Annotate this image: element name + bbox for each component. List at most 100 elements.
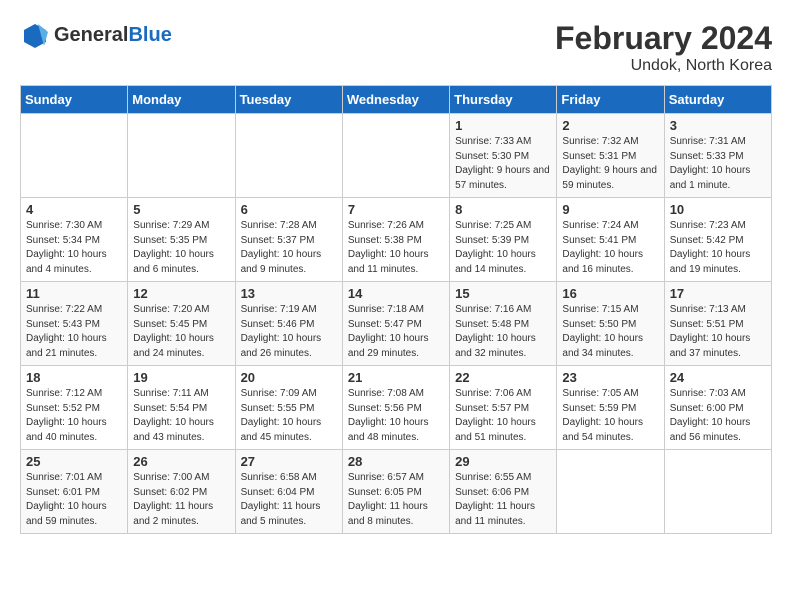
weekday-header: Sunday bbox=[21, 86, 128, 114]
calendar-cell: 1 Sunrise: 7:33 AM Sunset: 5:30 PM Daylig… bbox=[450, 114, 557, 198]
logo-blue: Blue bbox=[128, 24, 171, 46]
calendar-week-row: 11 Sunrise: 7:22 AM Sunset: 5:43 PM Dayli… bbox=[21, 282, 772, 366]
cell-content: Sunrise: 7:05 AM Sunset: 5:59 PM Dayligh… bbox=[562, 387, 658, 445]
cell-content: Sunrise: 7:28 AM Sunset: 5:37 PM Dayligh… bbox=[241, 219, 337, 277]
calendar-cell: 21 Sunrise: 7:08 AM Sunset: 5:56 PM Dayli… bbox=[342, 366, 449, 450]
cell-content: Sunrise: 7:11 AM Sunset: 5:54 PM Dayligh… bbox=[133, 387, 229, 445]
calendar-cell: 15Sunrise: 7:16 AM Sunset: 5:48 PM Dayli… bbox=[450, 282, 557, 366]
calendar-cell: 7 Sunrise: 7:26 AM Sunset: 5:38 PM Daylig… bbox=[342, 198, 449, 282]
calendar-cell: 13 Sunrise: 7:19 AM Sunset: 5:46 PM Dayli… bbox=[235, 282, 342, 366]
cell-content: Sunrise: 6:55 AM Sunset: 6:06 PM Dayligh… bbox=[455, 471, 551, 529]
cell-content: Sunrise: 7:31 AM Sunset: 5:33 PM Dayligh… bbox=[670, 135, 766, 193]
day-number: 28 bbox=[348, 454, 444, 469]
day-number: 9 bbox=[562, 202, 658, 217]
day-number: 20 bbox=[241, 370, 337, 385]
calendar-cell: 4 Sunrise: 7:30 AM Sunset: 5:34 PM Daylig… bbox=[21, 198, 128, 282]
cell-content: Sunrise: 7:33 AM Sunset: 5:30 PM Dayligh… bbox=[455, 135, 551, 193]
calendar-cell: 14Sunrise: 7:18 AM Sunset: 5:47 PM Dayli… bbox=[342, 282, 449, 366]
calendar-cell: 9Sunrise: 7:24 AM Sunset: 5:41 PM Daylig… bbox=[557, 198, 664, 282]
weekday-header: Tuesday bbox=[235, 86, 342, 114]
calendar-cell bbox=[664, 450, 771, 534]
cell-content: Sunrise: 6:58 AM Sunset: 6:04 PM Dayligh… bbox=[241, 471, 337, 529]
day-number: 19 bbox=[133, 370, 229, 385]
day-number: 3 bbox=[670, 118, 766, 133]
weekday-header: Thursday bbox=[450, 86, 557, 114]
calendar-cell: 5 Sunrise: 7:29 AM Sunset: 5:35 PM Daylig… bbox=[128, 198, 235, 282]
calendar-cell: 16Sunrise: 7:15 AM Sunset: 5:50 PM Dayli… bbox=[557, 282, 664, 366]
day-number: 26 bbox=[133, 454, 229, 469]
cell-content: Sunrise: 7:01 AM Sunset: 6:01 PM Dayligh… bbox=[26, 471, 122, 529]
day-number: 5 bbox=[133, 202, 229, 217]
day-number: 7 bbox=[348, 202, 444, 217]
cell-content: Sunrise: 7:03 AM Sunset: 6:00 PM Dayligh… bbox=[670, 387, 766, 445]
page-subtitle: Undok, North Korea bbox=[555, 57, 772, 75]
day-number: 25 bbox=[26, 454, 122, 469]
day-number: 4 bbox=[26, 202, 122, 217]
calendar-week-row: 4 Sunrise: 7:30 AM Sunset: 5:34 PM Daylig… bbox=[21, 198, 772, 282]
cell-content: Sunrise: 7:18 AM Sunset: 5:47 PM Dayligh… bbox=[348, 303, 444, 361]
day-number: 2 bbox=[562, 118, 658, 133]
calendar-cell: 28 Sunrise: 6:57 AM Sunset: 6:05 PM Dayli… bbox=[342, 450, 449, 534]
day-number: 16 bbox=[562, 286, 658, 301]
cell-content: Sunrise: 7:30 AM Sunset: 5:34 PM Dayligh… bbox=[26, 219, 122, 277]
day-number: 6 bbox=[241, 202, 337, 217]
calendar-cell: 6 Sunrise: 7:28 AM Sunset: 5:37 PM Daylig… bbox=[235, 198, 342, 282]
calendar-cell: 24Sunrise: 7:03 AM Sunset: 6:00 PM Dayli… bbox=[664, 366, 771, 450]
logo-icon bbox=[20, 20, 50, 50]
cell-content: Sunrise: 7:23 AM Sunset: 5:42 PM Dayligh… bbox=[670, 219, 766, 277]
calendar-week-row: 25 Sunrise: 7:01 AM Sunset: 6:01 PM Dayli… bbox=[21, 450, 772, 534]
calendar-week-row: 18Sunrise: 7:12 AM Sunset: 5:52 PM Dayli… bbox=[21, 366, 772, 450]
logo-text: GeneralBlue bbox=[54, 24, 172, 47]
day-number: 13 bbox=[241, 286, 337, 301]
cell-content: Sunrise: 7:08 AM Sunset: 5:56 PM Dayligh… bbox=[348, 387, 444, 445]
page-title: February 2024 bbox=[555, 20, 772, 57]
day-number: 11 bbox=[26, 286, 122, 301]
calendar-cell: 29 Sunrise: 6:55 AM Sunset: 6:06 PM Dayli… bbox=[450, 450, 557, 534]
cell-content: Sunrise: 7:19 AM Sunset: 5:46 PM Dayligh… bbox=[241, 303, 337, 361]
calendar-cell: 8 Sunrise: 7:25 AM Sunset: 5:39 PM Daylig… bbox=[450, 198, 557, 282]
day-number: 21 bbox=[348, 370, 444, 385]
calendar-cell: 18Sunrise: 7:12 AM Sunset: 5:52 PM Dayli… bbox=[21, 366, 128, 450]
calendar-cell bbox=[235, 114, 342, 198]
day-number: 22 bbox=[455, 370, 551, 385]
cell-content: Sunrise: 7:32 AM Sunset: 5:31 PM Dayligh… bbox=[562, 135, 658, 193]
cell-content: Sunrise: 6:57 AM Sunset: 6:05 PM Dayligh… bbox=[348, 471, 444, 529]
calendar-table: SundayMondayTuesdayWednesdayThursdayFrid… bbox=[20, 85, 772, 534]
day-number: 10 bbox=[670, 202, 766, 217]
page-header: GeneralBlue February 2024 Undok, North K… bbox=[20, 20, 772, 75]
cell-content: Sunrise: 7:22 AM Sunset: 5:43 PM Dayligh… bbox=[26, 303, 122, 361]
title-block: February 2024 Undok, North Korea bbox=[555, 20, 772, 75]
calendar-cell: 27Sunrise: 6:58 AM Sunset: 6:04 PM Dayli… bbox=[235, 450, 342, 534]
cell-content: Sunrise: 7:06 AM Sunset: 5:57 PM Dayligh… bbox=[455, 387, 551, 445]
calendar-header: SundayMondayTuesdayWednesdayThursdayFrid… bbox=[21, 86, 772, 114]
calendar-cell: 3 Sunrise: 7:31 AM Sunset: 5:33 PM Daylig… bbox=[664, 114, 771, 198]
cell-content: Sunrise: 7:25 AM Sunset: 5:39 PM Dayligh… bbox=[455, 219, 551, 277]
cell-content: Sunrise: 7:00 AM Sunset: 6:02 PM Dayligh… bbox=[133, 471, 229, 529]
calendar-cell: 26 Sunrise: 7:00 AM Sunset: 6:02 PM Dayli… bbox=[128, 450, 235, 534]
day-number: 29 bbox=[455, 454, 551, 469]
cell-content: Sunrise: 7:20 AM Sunset: 5:45 PM Dayligh… bbox=[133, 303, 229, 361]
cell-content: Sunrise: 7:09 AM Sunset: 5:55 PM Dayligh… bbox=[241, 387, 337, 445]
weekday-header: Saturday bbox=[664, 86, 771, 114]
calendar-cell bbox=[21, 114, 128, 198]
logo-general: General bbox=[54, 24, 128, 46]
cell-content: Sunrise: 7:26 AM Sunset: 5:38 PM Dayligh… bbox=[348, 219, 444, 277]
cell-content: Sunrise: 7:29 AM Sunset: 5:35 PM Dayligh… bbox=[133, 219, 229, 277]
calendar-cell: 11 Sunrise: 7:22 AM Sunset: 5:43 PM Dayli… bbox=[21, 282, 128, 366]
calendar-cell bbox=[128, 114, 235, 198]
calendar-cell: 17 Sunrise: 7:13 AM Sunset: 5:51 PM Dayli… bbox=[664, 282, 771, 366]
day-number: 17 bbox=[670, 286, 766, 301]
calendar-cell: 22 Sunrise: 7:06 AM Sunset: 5:57 PM Dayli… bbox=[450, 366, 557, 450]
day-number: 8 bbox=[455, 202, 551, 217]
calendar-week-row: 1 Sunrise: 7:33 AM Sunset: 5:30 PM Daylig… bbox=[21, 114, 772, 198]
weekday-header: Wednesday bbox=[342, 86, 449, 114]
cell-content: Sunrise: 7:13 AM Sunset: 5:51 PM Dayligh… bbox=[670, 303, 766, 361]
day-number: 23 bbox=[562, 370, 658, 385]
calendar-cell bbox=[342, 114, 449, 198]
calendar-cell: 2 Sunrise: 7:32 AM Sunset: 5:31 PM Daylig… bbox=[557, 114, 664, 198]
calendar-cell bbox=[557, 450, 664, 534]
weekday-header: Friday bbox=[557, 86, 664, 114]
calendar-cell: 23 Sunrise: 7:05 AM Sunset: 5:59 PM Dayli… bbox=[557, 366, 664, 450]
day-number: 1 bbox=[455, 118, 551, 133]
cell-content: Sunrise: 7:12 AM Sunset: 5:52 PM Dayligh… bbox=[26, 387, 122, 445]
